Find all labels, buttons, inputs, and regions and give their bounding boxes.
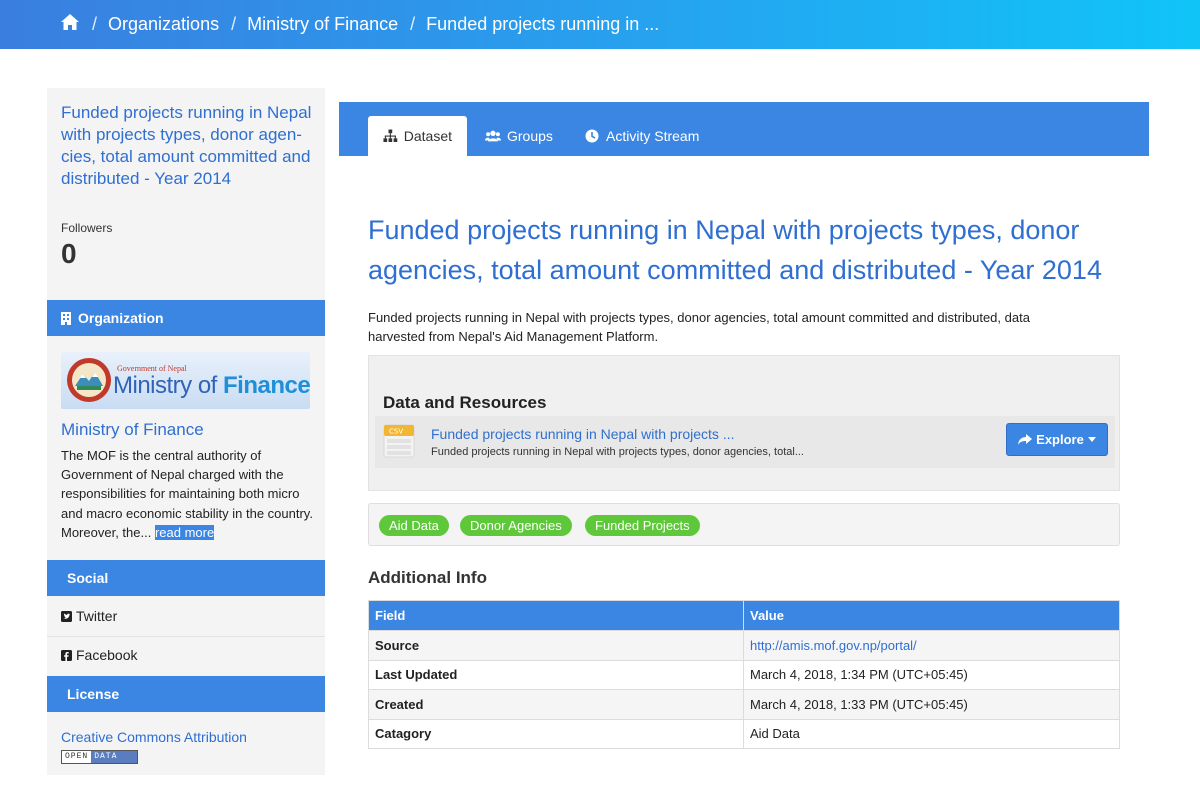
resource-name-link[interactable]: Funded projects running in Nepal with pr…: [431, 426, 735, 442]
open-data-badge-left: OPEN: [62, 751, 92, 763]
facebook-link[interactable]: Facebook: [61, 647, 317, 663]
table-header-row: Field Value: [368, 600, 1120, 631]
table-header-value: Value: [743, 600, 1120, 631]
sitemap-icon: [383, 129, 398, 142]
dataset-description: Funded projects running in Nepal with pr…: [368, 310, 1030, 344]
social-divider: [47, 636, 325, 637]
home-icon: [61, 14, 79, 30]
social-heading: Social: [47, 560, 325, 596]
sidebar: Funded projects running in Nepal with pr…: [47, 88, 325, 775]
tab-activity-stream-label: Activity Stream: [606, 128, 700, 144]
twitter-link[interactable]: Twitter: [61, 608, 317, 624]
sidebar-dataset-title[interactable]: Funded projects running in Nepal with pr…: [61, 102, 317, 190]
csv-file-icon: CSV: [383, 424, 415, 458]
clock-icon: [585, 129, 599, 143]
tag-funded-projects[interactable]: Funded Projects: [585, 515, 700, 536]
org-logo-ministry-text: Ministry of Finance: [113, 372, 310, 400]
organization-description: The MOF is the central authority of Gove…: [61, 446, 319, 542]
twitter-icon: [61, 610, 72, 622]
tab-dataset[interactable]: Dataset: [368, 116, 467, 156]
tag-donor-agencies[interactable]: Donor Agencies: [460, 515, 572, 536]
building-icon: [61, 311, 71, 325]
organization-logo[interactable]: Government of Nepal Ministry of Finance: [61, 352, 310, 409]
followers-label: Followers: [61, 221, 113, 235]
followers-count: 0: [61, 238, 77, 269]
table-cell-field: Source: [368, 630, 744, 661]
table-cell-value: March 4, 2018, 1:34 PM (UTC+05:45): [743, 659, 1120, 690]
table-cell-field: Last Updated: [368, 659, 744, 690]
nepal-emblem-icon: [67, 358, 111, 402]
tab-activity-stream[interactable]: Activity Stream: [569, 116, 714, 156]
read-more-link[interactable]: read more: [154, 524, 215, 540]
table-cell-value: March 4, 2018, 1:33 PM (UTC+05:45): [743, 689, 1120, 720]
tag-aid-data[interactable]: Aid Data: [379, 515, 449, 536]
breadcrumb-separator: /: [92, 14, 98, 34]
data-and-resources-panel: Data and Resources CSV Funded projects r…: [368, 355, 1120, 491]
share-arrow-icon: [1018, 433, 1033, 445]
tab-groups-label: Groups: [507, 128, 553, 144]
breadcrumb-organizations[interactable]: Organizations: [108, 14, 219, 35]
license-link[interactable]: Creative Commons Attribution: [61, 729, 247, 745]
additional-info-heading: Additional Info: [368, 568, 487, 587]
tab-groups[interactable]: Groups: [470, 116, 568, 156]
table-header-field: Field: [368, 600, 744, 631]
breadcrumb-separator: /: [231, 14, 237, 34]
source-link[interactable]: http://amis.mof.gov.np/portal/: [750, 638, 917, 653]
open-data-badge[interactable]: OPEN DATA: [61, 750, 138, 764]
tags-panel: Aid Data Donor Agencies Funded Projects: [368, 503, 1120, 546]
breadcrumb: / Organizations / Ministry of Finance / …: [0, 0, 1200, 49]
dataset-tab-bar: Dataset Groups Activity Stream: [339, 102, 1149, 156]
csv-format-label: CSV: [389, 428, 403, 436]
breadcrumb-ministry-of-finance[interactable]: Ministry of Finance: [247, 14, 398, 35]
facebook-label: Facebook: [76, 647, 138, 663]
org-logo-finance-word: Finance: [223, 372, 310, 399]
table-row: Catagory Aid Data: [368, 718, 1120, 749]
home-link[interactable]: [60, 13, 80, 36]
explore-button-label: Explore: [1036, 432, 1084, 447]
breadcrumb-separator: /: [410, 14, 416, 34]
table-cell-field: Catagory: [368, 718, 744, 749]
organization-heading: Organization: [47, 300, 325, 336]
table-row: Source http://amis.mof.gov.np/portal/: [368, 630, 1120, 661]
dataset-title: Funded projects running in Nepal with pr…: [368, 215, 1102, 285]
open-data-badge-right: DATA: [91, 751, 137, 763]
org-logo-ministry-word: Ministry of: [113, 372, 224, 399]
table-row: Last Updated March 4, 2018, 1:34 PM (UTC…: [368, 659, 1120, 690]
caret-down-icon: [1087, 437, 1096, 442]
license-heading: License: [47, 676, 325, 712]
table-cell-value: http://amis.mof.gov.np/portal/: [743, 630, 1120, 661]
organization-name-link[interactable]: Ministry of Finance: [61, 420, 204, 440]
table-cell-field: Created: [368, 689, 744, 720]
users-icon: [485, 130, 501, 142]
table-row: Created March 4, 2018, 1:33 PM (UTC+05:4…: [368, 689, 1120, 720]
facebook-icon: [61, 649, 72, 661]
resource-description: Funded projects running in Nepal with pr…: [431, 446, 804, 458]
data-and-resources-heading: Data and Resources: [383, 393, 547, 412]
organization-heading-label: Organization: [78, 310, 164, 326]
table-cell-value: Aid Data: [743, 718, 1120, 749]
twitter-label: Twitter: [76, 608, 118, 624]
tab-dataset-label: Dataset: [403, 128, 452, 144]
resource-item[interactable]: CSV Funded projects running in Nepal wit…: [375, 416, 1115, 468]
additional-info-table: Field Value Source http://amis.mof.gov.n…: [368, 600, 1120, 749]
breadcrumb-current-dataset[interactable]: Funded projects running in ...: [426, 14, 659, 35]
explore-button[interactable]: Explore: [1006, 423, 1108, 456]
